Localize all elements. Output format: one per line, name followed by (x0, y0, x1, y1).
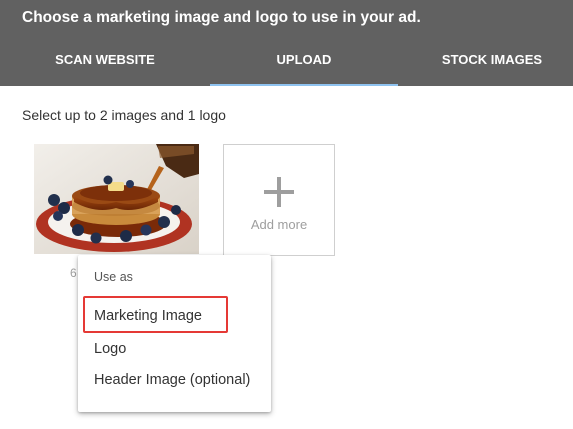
use-as-menu: Use as Marketing Image Logo Header Image… (78, 255, 271, 412)
tab-stock-images[interactable]: STOCK IMAGES (398, 52, 573, 72)
tab-upload[interactable]: UPLOAD (210, 52, 398, 72)
active-tab-indicator (210, 84, 398, 86)
add-more-button[interactable]: Add more (223, 144, 335, 256)
menu-item-logo[interactable]: Logo (94, 341, 126, 357)
add-more-label: Add more (250, 217, 308, 232)
tab-scan-website[interactable]: SCAN WEBSITE (0, 52, 210, 72)
pancake-image (34, 144, 199, 254)
menu-item-header-image[interactable]: Header Image (optional) (94, 372, 250, 388)
upload-instructions: Select up to 2 images and 1 logo (22, 107, 226, 123)
image-caption: 6 (70, 266, 77, 280)
plus-icon (264, 177, 294, 207)
uploaded-image-thumbnail[interactable] (34, 144, 199, 254)
dialog-title: Choose a marketing image and logo to use… (22, 9, 421, 26)
dialog-header: Choose a marketing image and logo to use… (0, 0, 573, 86)
menu-header: Use as (94, 270, 133, 284)
menu-item-marketing-image[interactable]: Marketing Image (94, 308, 202, 324)
